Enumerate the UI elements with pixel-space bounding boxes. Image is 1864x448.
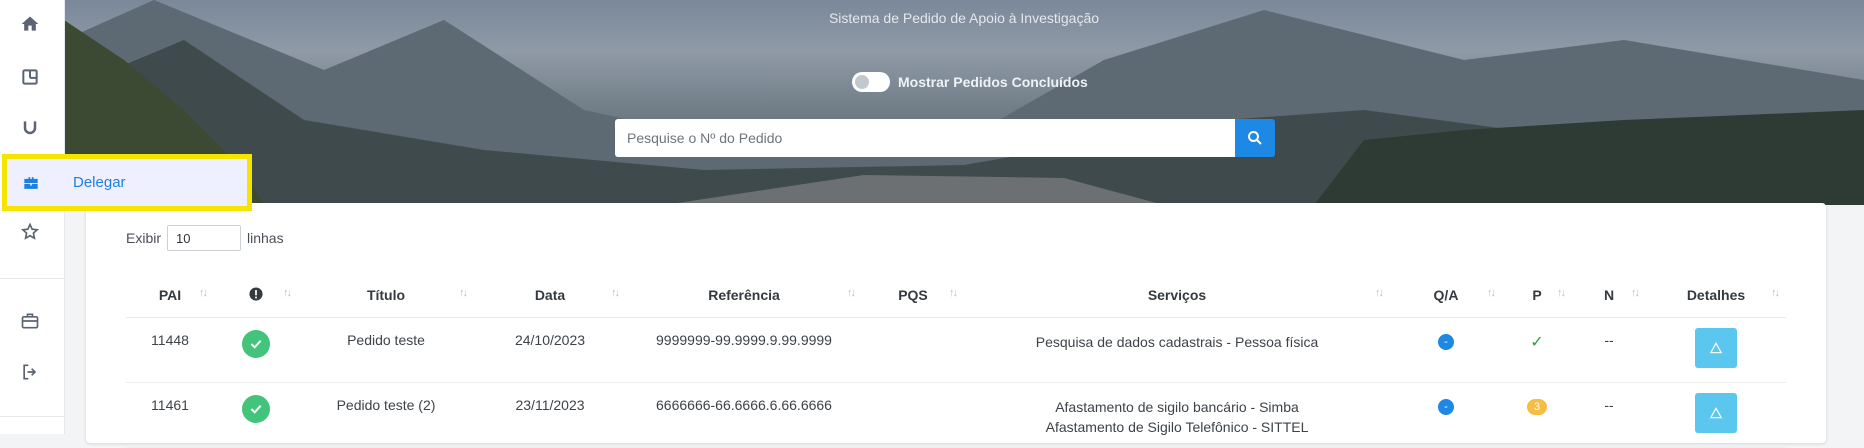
table-row[interactable]: 11461 Pedido teste (2) 23/11/2023 666666… (126, 382, 1786, 448)
completed-toggle[interactable]: Mostrar Pedidos Concluídos (852, 72, 1088, 92)
app-subtitle: Sistema de Pedido de Apoio à Investigaçã… (828, 10, 1100, 26)
search-icon (1248, 131, 1262, 145)
col-qa[interactable]: Q/A ↑↓ (1390, 273, 1502, 318)
board-icon[interactable] (18, 65, 42, 89)
col-data[interactable]: Data ↑↓ (474, 273, 626, 318)
cell-referencia: 6666666-66.6666.6.66.6666 (626, 382, 862, 448)
sort-icon: ↑↓ (949, 287, 958, 299)
sort-icon: ↑↓ (1557, 287, 1566, 299)
cell-servicos: Pesquisa de dados cadastrais - Pessoa fí… (964, 317, 1390, 383)
star-icon[interactable] (18, 220, 42, 244)
sort-icon: ↑↓ (283, 287, 292, 299)
briefcase-icon (21, 172, 43, 194)
col-detalhes[interactable]: Detalhes ↑↓ (1646, 273, 1786, 318)
warning-triangle-icon (1709, 342, 1723, 354)
hero-banner: Sistema de Pedido de Apoio à Investigaçã… (64, 0, 1864, 205)
home-icon[interactable] (18, 12, 42, 36)
magnet-icon[interactable] (18, 116, 42, 140)
cell-p: ✓ (1502, 317, 1572, 383)
cell-pqs (862, 317, 964, 383)
sort-icon: ↑↓ (847, 287, 856, 299)
sort-icon: ↑↓ (1375, 287, 1384, 299)
requests-table: PAI ↑↓ ↑↓ Título ↑↓ Data ↑↓ Referência ↑↓ PQ… (126, 273, 1786, 448)
cell-n: -- (1572, 382, 1646, 448)
page-length-control: Exibir linhas (126, 225, 284, 251)
cell-data: 24/10/2023 (474, 317, 626, 383)
sort-icon: ↑↓ (199, 287, 208, 299)
sort-icon: ↑↓ (1771, 287, 1780, 299)
show-label: Exibir (126, 230, 162, 246)
mountain-background (64, 0, 1864, 205)
toggle-label: Mostrar Pedidos Concluídos (898, 74, 1088, 90)
service-item: Pesquisa de dados cadastrais - Pessoa fí… (1035, 334, 1319, 350)
cell-titulo: Pedido teste (2) (298, 382, 474, 448)
toggle-knob (855, 75, 869, 89)
rows-per-page-input[interactable] (167, 225, 242, 251)
details-button[interactable] (1695, 328, 1737, 368)
cell-p: 3 (1502, 382, 1572, 448)
cell-pqs (862, 382, 964, 448)
sidebar-divider-bottom (0, 416, 64, 417)
cell-servicos: Afastamento de sigilo bancário - Simba A… (964, 382, 1390, 448)
qa-badge: - (1438, 399, 1454, 415)
sort-icon: ↑↓ (1487, 287, 1496, 299)
cell-referencia: 9999999-99.9999.9.99.9999 (626, 317, 862, 383)
cell-data: 23/11/2023 (474, 382, 626, 448)
service-item: Afastamento de Sigilo Telefônico - SITTE… (1045, 419, 1309, 435)
details-button[interactable] (1695, 393, 1737, 433)
cell-n: -- (1572, 317, 1646, 383)
search-input[interactable] (615, 119, 1236, 157)
search-button[interactable] (1235, 119, 1275, 157)
table-row[interactable]: 11448 Pedido teste 24/10/2023 9999999-99… (126, 317, 1786, 383)
col-p[interactable]: P ↑↓ (1502, 273, 1572, 318)
sidebar-item-delegar[interactable]: Delegar (2, 154, 252, 211)
warning-triangle-icon (1709, 407, 1723, 419)
col-servicos[interactable]: Serviços ↑↓ (964, 273, 1390, 318)
col-pai[interactable]: PAI ↑↓ (126, 273, 214, 318)
cell-qa: - (1390, 382, 1502, 448)
cell-detalhes (1646, 382, 1786, 448)
col-referencia[interactable]: Referência ↑↓ (626, 273, 862, 318)
alert-icon (249, 286, 263, 301)
service-item: Afastamento de sigilo bancário - Simba (1055, 399, 1299, 415)
completed-check-icon (242, 330, 270, 358)
rows-label: linhas (247, 230, 284, 246)
briefcase-outline-icon[interactable] (18, 309, 42, 333)
search-bar (615, 119, 1275, 157)
sort-icon: ↑↓ (1631, 287, 1640, 299)
toggle-switch[interactable] (852, 72, 890, 92)
qa-badge: - (1438, 334, 1454, 350)
col-titulo[interactable]: Título ↑↓ (298, 273, 474, 318)
cell-status (214, 317, 298, 383)
sidebar-item-label: Delegar (73, 174, 126, 191)
col-pqs[interactable]: PQS ↑↓ (862, 273, 964, 318)
table-header-row: PAI ↑↓ ↑↓ Título ↑↓ Data ↑↓ Referência ↑↓ PQ… (126, 273, 1786, 318)
cell-qa: - (1390, 317, 1502, 383)
sidebar (0, 0, 65, 434)
cell-titulo: Pedido teste (298, 317, 474, 383)
cell-status (214, 382, 298, 448)
logout-icon[interactable] (18, 360, 42, 384)
completed-check-icon (242, 395, 270, 423)
p-count-badge: 3 (1527, 399, 1547, 415)
cell-detalhes (1646, 317, 1786, 383)
requests-card: Exibir linhas PAI↑↓ ↑↓ Título↑↓ Data↑↓ R… (86, 203, 1826, 448)
cell-pai: 11448 (126, 317, 214, 383)
cell-pai: 11461 (126, 382, 214, 448)
col-n[interactable]: N ↑↓ (1572, 273, 1646, 318)
col-status[interactable]: ↑↓ (214, 273, 298, 318)
sort-icon: ↑↓ (611, 287, 620, 299)
sort-icon: ↑↓ (459, 287, 468, 299)
p-check-icon: ✓ (1530, 334, 1544, 351)
sidebar-divider (0, 278, 64, 279)
